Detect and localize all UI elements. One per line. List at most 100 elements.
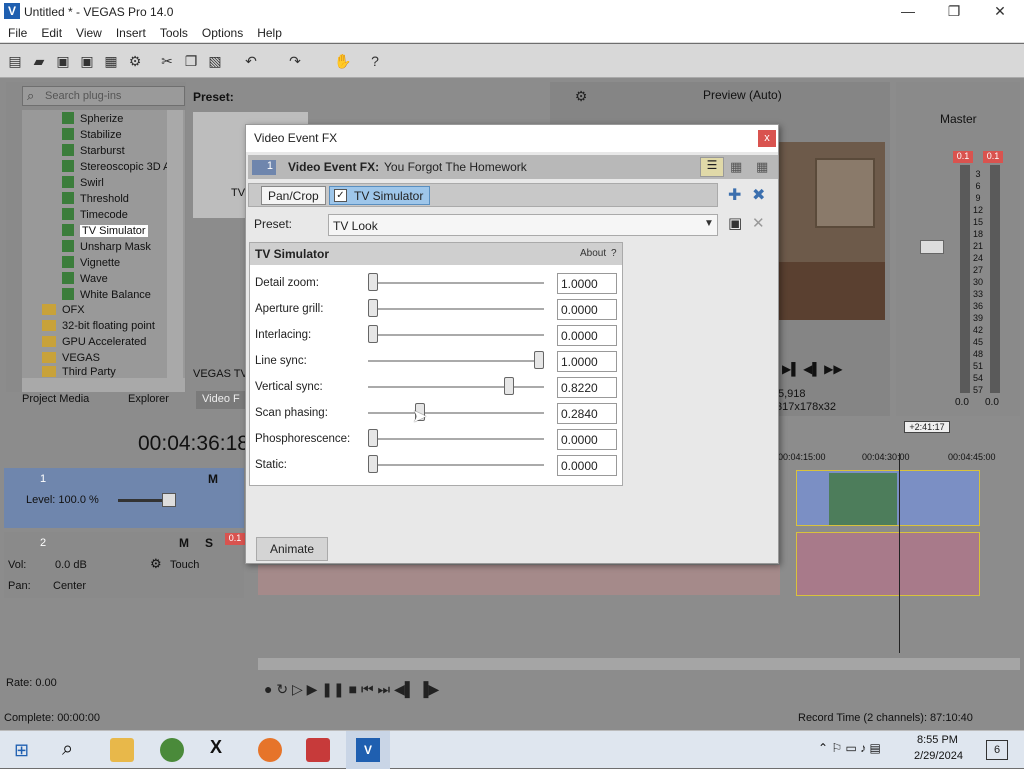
parameter-value-input[interactable]: 0.0000 (557, 429, 617, 450)
notification-badge[interactable]: 6 (986, 740, 1008, 760)
cut-icon[interactable]: ✂ (158, 52, 176, 70)
whats-this-help-icon[interactable]: ? (366, 52, 384, 70)
parameter-slider-track[interactable] (368, 438, 544, 440)
parameter-value-input[interactable]: 0.0000 (557, 299, 617, 320)
menu-tools[interactable]: Tools (152, 23, 194, 40)
parameter-slider-track[interactable] (368, 464, 544, 466)
dialog-close-button[interactable]: x (758, 130, 776, 147)
folder-item[interactable]: OFX (42, 304, 85, 320)
solo-button[interactable]: S (205, 536, 213, 550)
preview-quality-select[interactable]: Preview (Auto) (703, 88, 782, 102)
plugin-list-scrollbar[interactable] (167, 110, 183, 378)
grid-view-icon[interactable]: ▦ (730, 159, 742, 175)
parameter-slider-thumb[interactable] (368, 299, 378, 317)
save-icon[interactable]: ▣ (54, 52, 72, 70)
minimize-button[interactable]: — (885, 0, 931, 23)
about-link[interactable]: About (580, 248, 606, 259)
help-link[interactable]: ? (611, 248, 617, 259)
parameter-value-input[interactable]: 0.2840 (557, 403, 617, 424)
list-item[interactable]: Timecode (62, 208, 128, 224)
parameter-value-input[interactable]: 0.8220 (557, 377, 617, 398)
render-icon[interactable]: ▦ (102, 52, 120, 70)
parameter-slider-thumb[interactable] (368, 429, 378, 447)
new-icon[interactable]: ▤ (6, 52, 24, 70)
vegas-taskbar-button[interactable]: V (346, 731, 390, 769)
tab-explorer[interactable]: Explorer (128, 393, 169, 411)
folder-item[interactable]: 32-bit floating point (42, 320, 155, 336)
paste-icon[interactable]: ▧ (206, 52, 224, 70)
file-explorer-icon[interactable] (110, 738, 134, 762)
list-view-icon[interactable]: ☰ (700, 157, 724, 177)
parameter-slider-track[interactable] (368, 386, 544, 388)
parameter-slider-track[interactable] (368, 334, 544, 336)
list-item[interactable]: White Balance (62, 288, 151, 304)
maximize-button[interactable]: ❐ (931, 0, 977, 23)
parameter-slider-thumb[interactable] (368, 325, 378, 343)
large-grid-icon[interactable]: ▦ (756, 159, 768, 175)
undo-icon[interactable]: ↶ (242, 52, 260, 70)
parameter-slider-thumb[interactable] (504, 377, 514, 395)
list-item[interactable]: Threshold (62, 192, 129, 208)
folder-item[interactable]: GPU Accelerated (42, 336, 146, 352)
master-fader[interactable] (920, 240, 944, 254)
properties-gear-icon[interactable]: ⚙ (126, 52, 144, 70)
save-as-icon[interactable]: ▣ (78, 52, 96, 70)
parameter-slider-track[interactable] (368, 412, 544, 414)
tab-video-fx[interactable]: Video F (196, 391, 246, 409)
chrome-icon[interactable] (160, 738, 184, 762)
parameter-slider-track[interactable] (368, 360, 544, 362)
list-item[interactable]: Spherize (62, 112, 123, 128)
level-slider-thumb[interactable] (162, 493, 176, 507)
automation-mode[interactable]: Touch (170, 559, 199, 571)
touch-hand-icon[interactable]: ✋ (334, 52, 352, 70)
parameter-value-input[interactable]: 1.0000 (557, 351, 617, 372)
parameter-slider-track[interactable] (368, 308, 544, 310)
search-icon[interactable]: ⌕ (62, 738, 73, 761)
menu-options[interactable]: Options (194, 23, 249, 40)
menu-insert[interactable]: Insert (108, 23, 152, 40)
playhead-cursor[interactable] (899, 453, 900, 653)
delete-preset-icon[interactable]: ✕ (752, 214, 765, 232)
enable-checkbox[interactable]: ✓ (334, 189, 347, 202)
animate-button[interactable]: Animate (256, 537, 328, 561)
preview-settings-gear-icon[interactable]: ⚙ (572, 87, 590, 105)
chain-item-pan-crop[interactable]: Pan/Crop (261, 186, 326, 205)
mute-button[interactable]: M (208, 472, 218, 486)
x-app-icon[interactable]: X (210, 737, 222, 758)
plugin-search-input[interactable]: Search plug-ins (22, 86, 185, 106)
menu-view[interactable]: View (68, 23, 108, 40)
plugin-list-hscrollbar[interactable] (22, 378, 185, 392)
timeline-hscrollbar[interactable] (258, 658, 1020, 670)
menu-help[interactable]: Help (249, 23, 288, 40)
video-event[interactable] (796, 470, 980, 526)
list-item[interactable]: Swirl (62, 176, 104, 192)
close-button[interactable]: ✕ (977, 0, 1023, 23)
list-item[interactable]: Unsharp Mask (62, 240, 151, 256)
parameter-value-input[interactable]: 1.0000 (557, 273, 617, 294)
app-icon[interactable] (306, 738, 330, 762)
tab-project-media[interactable]: Project Media (22, 393, 89, 411)
transport-controls[interactable]: ● ↻ ▷ ▶ ❚❚ ■ ⏮ ⏭ ◀▌ ▐▶ (264, 681, 439, 698)
save-preset-icon[interactable]: ▣ (728, 214, 742, 232)
audio-event[interactable] (796, 532, 980, 596)
list-item[interactable]: Stereoscopic 3D A (62, 160, 171, 176)
menu-file[interactable]: File (0, 23, 33, 40)
parameter-value-input[interactable]: 0.0000 (557, 325, 617, 346)
parameter-value-input[interactable]: 0.0000 (557, 455, 617, 476)
firefox-icon[interactable] (258, 738, 282, 762)
parameter-slider-thumb[interactable] (534, 351, 544, 369)
list-item[interactable]: Stabilize (62, 128, 122, 144)
chevron-down-icon[interactable]: ▼ (704, 218, 714, 229)
menu-edit[interactable]: Edit (33, 23, 68, 40)
audio-waveform-left[interactable] (258, 565, 780, 595)
preset-select[interactable]: TV Look (328, 214, 718, 236)
automation-gear-icon[interactable]: ⚙ (150, 556, 162, 572)
mute-button[interactable]: M (179, 536, 189, 550)
preview-transport[interactable]: ▶▌ ◀▌ ▶▶ (782, 362, 843, 376)
list-item[interactable]: Vignette (62, 256, 120, 272)
folder-item[interactable]: Third Party (42, 366, 116, 378)
windows-start-icon[interactable]: ⊞ (14, 740, 34, 760)
plugin-list[interactable]: Spherize Stabilize Starburst Stereoscopi… (22, 110, 185, 378)
copy-icon[interactable]: ❐ (182, 52, 200, 70)
tray-icons[interactable]: ⌃ ⚐ ▭ ♪ ▤ (818, 741, 881, 755)
